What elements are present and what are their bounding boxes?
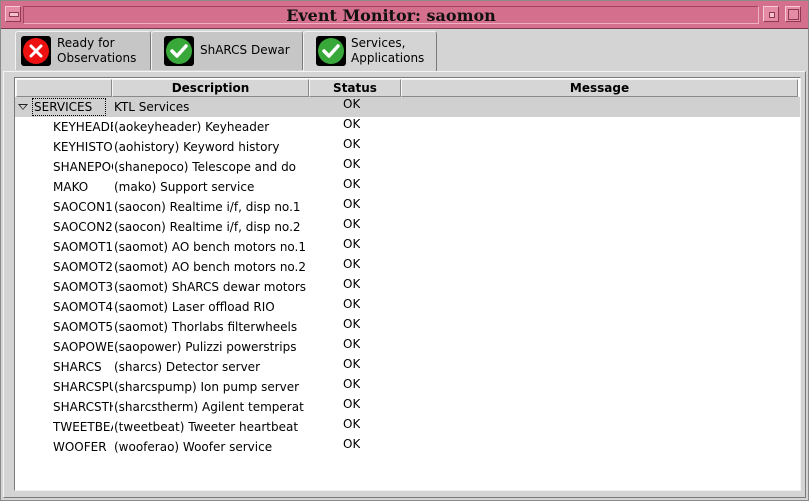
column-header-description[interactable]: Description [112,79,309,97]
table-row[interactable]: TWEETBEAT(tweetbeat) Tweeter heartbeat OK [15,417,800,437]
service-status: OK [343,257,361,271]
tab-ready-for-observations[interactable]: Ready for Observations [15,31,151,70]
service-name: KEYHISTORY [53,140,113,154]
service-status: OK [343,137,361,151]
service-status: OK [343,297,361,311]
table-row[interactable]: SAOMOT3 (saomot) ShARCS dewar motors OK [15,277,800,297]
tab-label: Services, Applications [351,36,425,65]
tab-label: Ready for Observations [57,36,137,65]
column-header-message[interactable]: Message [401,79,798,97]
group-description: KTL Services [114,100,190,114]
service-status: OK [343,417,361,431]
table-row[interactable]: SHARCSTHERM(sharcstherm) Agilent tempera… [15,397,800,417]
table-row[interactable]: SAOMOT2 (saomot) AO bench motors no.2 OK [15,257,800,277]
service-description: (saomot) AO bench motors no.1 [114,240,307,254]
service-status: OK [343,177,361,191]
service-name: SHARCSTHERM [53,400,113,414]
service-name: KEYHEADER [53,120,113,134]
table-row[interactable]: SHARCS (sharcs) Detector server OK [15,357,800,377]
table-row[interactable]: MAKO (mako) Support service OK [15,177,800,197]
table-row[interactable]: SAOPOWER(saopower) Pulizzi powerstrips OK [15,337,800,357]
service-status: OK [343,357,361,371]
table-row[interactable]: KEYHISTORY(aohistory) Keyword history OK [15,137,800,157]
service-name: WOOFER [53,440,107,454]
service-description: (mako) Support service [114,180,255,194]
service-description: (saocon) Realtime i/f, disp no.2 [114,220,301,234]
event-monitor-window: Event Monitor: saomon Ready for Observat… [0,0,809,501]
table-row[interactable]: SAOCON1 (saocon) Realtime i/f, disp no.1 O… [15,197,800,217]
service-description: (saomot) ShARCS dewar motors [114,280,307,294]
service-name: SHANEPOCO [53,160,113,174]
service-description: (saomot) Thorlabs filterwheels [114,320,298,334]
table-row[interactable]: SAOCON2 (saocon) Realtime i/f, disp no.2 O… [15,217,800,237]
service-status: OK [343,197,361,211]
table-row[interactable]: SHARCSPUMP(sharcspump) Ion pump server OK [15,377,800,397]
service-description: (saocon) Realtime i/f, disp no.1 [114,200,301,214]
service-status: OK [343,217,361,231]
service-description: (sharcstherm) Agilent temperat [114,400,304,414]
service-description: (saomot) Laser offload RIO [114,300,275,314]
service-status: OK [343,277,361,291]
tab-services-applications[interactable]: Services, Applications [303,31,437,72]
service-name: SHARCS [53,360,102,374]
service-description: (aokeyheader) Keyheader [114,120,270,134]
expand-triangle-icon[interactable] [18,104,28,110]
table-row[interactable]: SAOMOT4 (saomot) Laser offload RIO OK [15,297,800,317]
service-description: (saopower) Pulizzi powerstrips [114,340,297,354]
column-header-name[interactable] [16,79,112,97]
service-description: (aohistory) Keyword history [114,140,280,154]
tab-label: ShARCS Dewar [200,43,290,57]
column-header-status[interactable]: Status [309,79,401,97]
group-row-services[interactable]: SERVICES KTL Services OK [15,97,800,117]
service-name: SAOMOT1 [53,240,113,254]
service-name: SAOPOWER [53,340,113,354]
error-x-icon [21,36,51,66]
service-name: SAOMOT5 [53,320,113,334]
tab-sharcs-dewar[interactable]: ShARCS Dewar [151,31,303,70]
title-area: Event Monitor: saomon [23,6,759,25]
table-row[interactable]: SHANEPOCO(shanepoco) Telescope and do OK [15,157,800,177]
service-status: OK [343,437,361,451]
table-row[interactable]: KEYHEADER(aokeyheader) Keyheader OK [15,117,800,137]
service-description: (shanepoco) Telescope and do [114,160,297,174]
group-name: SERVICES [32,98,106,116]
checkmark-icon [316,36,346,66]
service-description: (sharcspump) Ion pump server [114,380,300,394]
service-name: MAKO [53,180,89,194]
service-status: OK [343,337,361,351]
service-name: SHARCSPUMP [53,380,113,394]
service-name: SAOMOT2 [53,260,113,274]
service-status: OK [343,237,361,251]
title-bar[interactable]: Event Monitor: saomon [1,1,808,29]
service-description: (tweetbeat) Tweeter heartbeat [114,420,299,434]
tab-content-panel: Description Status Message SERVICES KTL … [3,71,806,498]
service-status: OK [343,317,361,331]
service-name: SAOMOT4 [53,300,113,314]
service-description: (saomot) AO bench motors no.2 [114,260,307,274]
service-status: OK [343,397,361,411]
table-row[interactable]: SAOMOT5 (saomot) Thorlabs filterwheels OK [15,317,800,337]
service-status: OK [343,157,361,171]
service-name: SAOCON2 [53,220,113,234]
window-title: Event Monitor: saomon [286,6,496,25]
table-row[interactable]: SAOMOT1 (saomot) AO bench motors no.1 OK [15,237,800,257]
service-status: OK [343,117,361,131]
service-description: (sharcs) Detector server [114,360,260,374]
group-status: OK [343,97,361,111]
table-row[interactable]: WOOFER (wooferao) Woofer service OK [15,437,800,457]
checkmark-icon [164,36,194,66]
service-status: OK [343,377,361,391]
service-name: SAOCON1 [53,200,113,214]
services-tree-table[interactable]: Description Status Message SERVICES KTL … [14,77,801,491]
maximize-button[interactable] [785,6,801,22]
window-menu-button[interactable] [5,6,21,22]
minimize-button[interactable] [763,6,779,22]
service-name: TWEETBEAT [53,420,113,434]
service-name: SAOMOT3 [53,280,113,294]
service-description: (wooferao) Woofer service [114,440,273,454]
